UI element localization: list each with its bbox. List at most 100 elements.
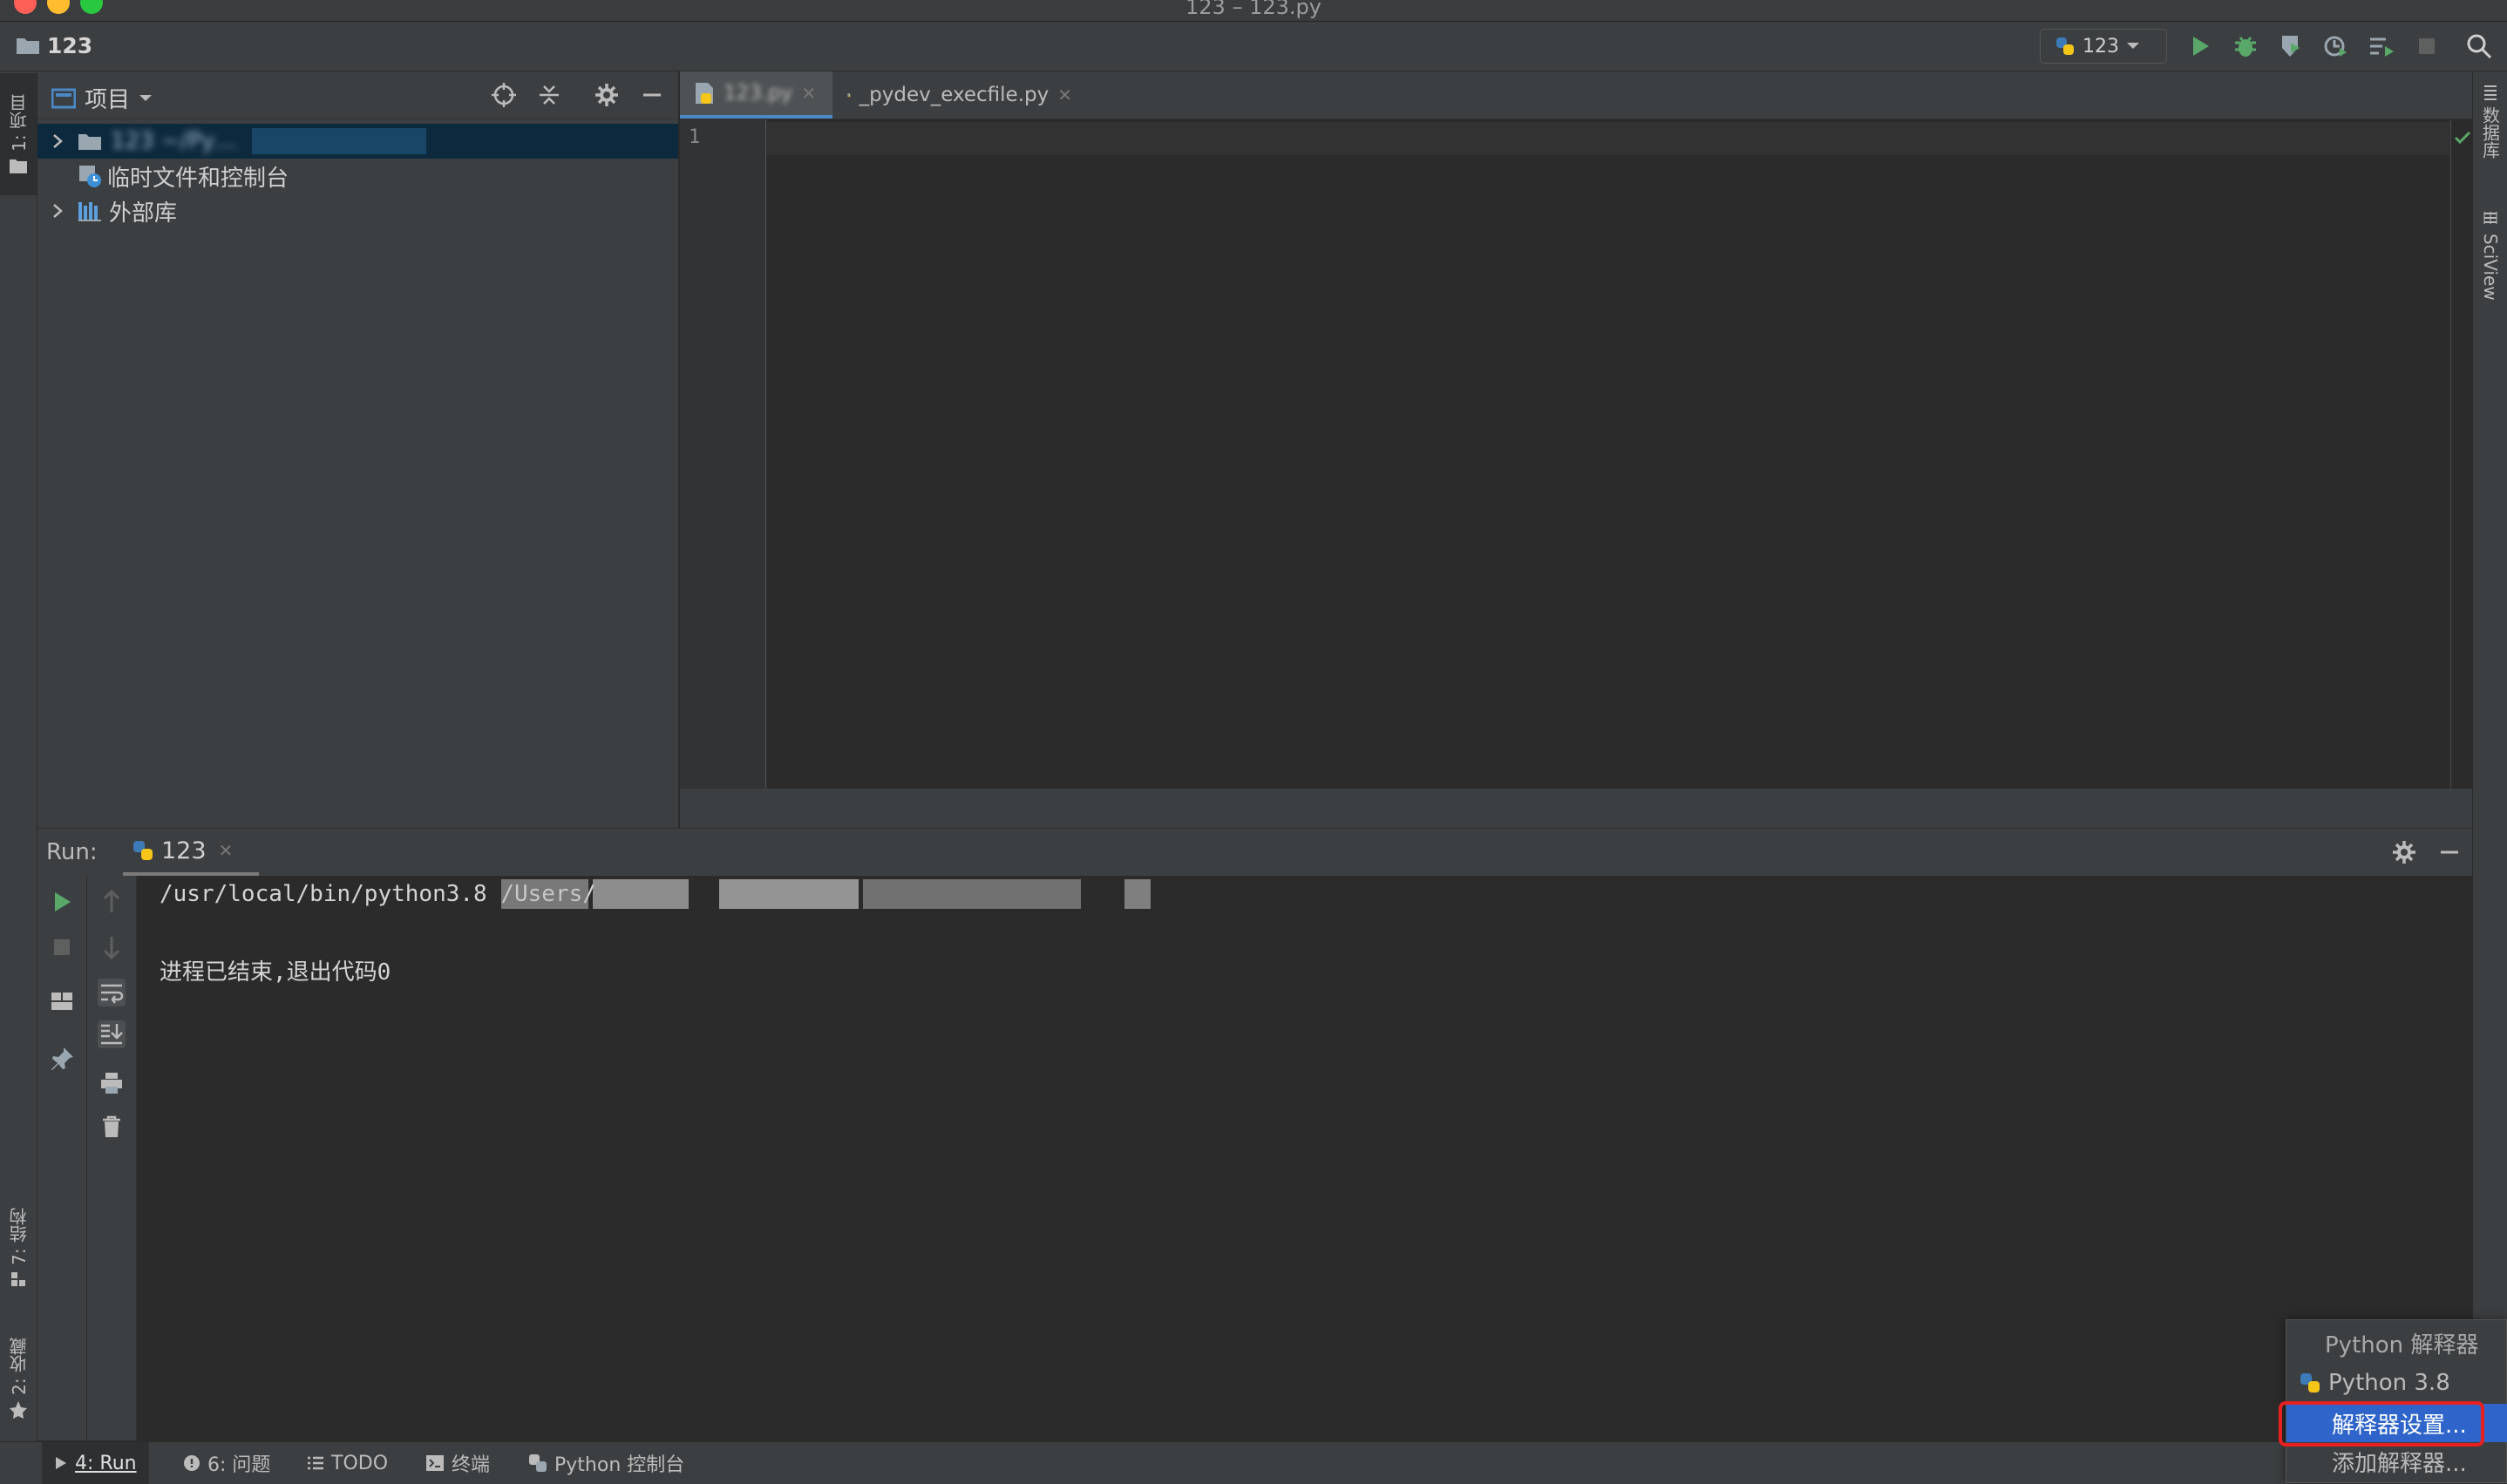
python-icon [133,841,153,860]
python-icon [2300,1373,2320,1393]
scratch-console-icon [79,166,101,187]
close-tab-icon[interactable]: ✕ [219,840,234,861]
redaction-blur [863,879,1081,909]
chevron-right-icon[interactable] [51,133,64,149]
project-tool-button[interactable]: 1: 项目 [0,73,37,195]
statusbar-tab-label: Python 控制台 [554,1454,685,1476]
layout-icon[interactable] [48,987,76,1015]
arrow-down-icon[interactable] [98,933,126,961]
project-panel: 项目 123 ~/Py… 临时文件和控制台 外部库 [37,71,678,828]
statusbar-tab-label: 4: Run [75,1452,137,1474]
statusbar-tab-terminal[interactable]: 终端 [413,1442,502,1484]
sciview-icon [2483,212,2497,224]
statusbar-tab-run[interactable]: 4: Run [42,1442,149,1484]
sciview-tool-label: SciView [2480,234,2501,301]
folder-icon [17,38,39,54]
profile-icon[interactable] [2322,32,2350,60]
search-icon[interactable] [2465,32,2493,60]
python-file-icon [696,83,713,104]
tree-item-scratches[interactable]: 临时文件和控制台 [37,159,678,193]
concurrency-icon[interactable] [2368,32,2395,60]
stop-icon[interactable] [48,933,76,961]
sciview-tool-button[interactable]: SciView [2473,211,2507,333]
tab-pydev-execfile[interactable]: _pydev_execfile.py ✕ [833,71,1086,119]
tree-item-label: 外部库 [109,200,178,227]
redaction-blur [501,879,588,909]
close-tab-icon[interactable]: ✕ [1057,85,1072,105]
minimize-panel-icon[interactable] [2436,839,2463,865]
arrow-up-icon[interactable] [98,888,126,916]
add-interpreter-menu-item[interactable]: 添加解释器... [2286,1442,2507,1481]
rerun-icon[interactable] [48,888,76,916]
statusbar-tab-label: 6: 问题 [207,1454,271,1476]
interpreter-option-label: Python 3.8 [2328,1370,2450,1396]
redaction-blur [251,128,426,154]
info-icon [184,1455,200,1471]
star-icon [10,1400,27,1419]
python-file-icon [847,93,851,97]
annotation-highlight-box [2279,1401,2484,1447]
chevron-down-icon [2127,43,2139,49]
status-bar: 4: Run 6: 问题 TODO 终端 Python 控制台 [0,1441,2507,1484]
current-line-highlight [766,122,2450,155]
minimize-panel-icon[interactable] [639,82,665,108]
project-view-select[interactable]: 项目 [51,82,153,114]
pin-icon[interactable] [48,1045,76,1073]
run-panel-label: Run: [46,839,98,865]
run-configuration-select[interactable]: 123 [2040,29,2167,64]
collapse-all-icon[interactable] [536,82,562,108]
run-with-coverage-icon[interactable] [2277,32,2305,60]
breadcrumb-project: 123 [47,32,93,58]
project-tool-label: 1: 项目 [8,94,30,152]
tree-item-label: 临时文件和控制台 [107,165,289,192]
line-number: 1 [689,126,701,148]
database-icon [2484,85,2497,100]
tab-label: _pydev_execfile.py [859,84,1050,106]
gear-icon[interactable] [2391,839,2417,865]
scroll-to-end-icon[interactable] [98,1020,126,1048]
console-line: 进程已结束,退出代码0 [160,959,391,986]
tab-123-py[interactable]: 123.py ✕ [680,71,832,119]
interpreter-option-python-38[interactable]: Python 3.8 [2286,1364,2507,1402]
breadcrumb[interactable]: 123 [16,32,92,58]
navigation-bar: 123 123 [0,22,2507,71]
editor-scrollbar[interactable] [2450,119,2473,789]
close-tab-icon[interactable]: ✕ [801,83,816,104]
right-tool-stripe: 数据库 SciView [2472,71,2507,1441]
play-icon [56,1457,66,1469]
gear-icon[interactable] [594,82,620,108]
checkmark-icon[interactable] [2453,128,2472,147]
run-configuration-label: 123 [2082,35,2119,58]
run-icon[interactable] [2186,32,2214,60]
chevron-right-icon[interactable] [51,203,64,219]
statusbar-tab-python-console[interactable]: Python 控制台 [516,1442,696,1484]
project-panel-title: 项目 [85,87,131,113]
editor-text-area[interactable] [766,119,2450,789]
statusbar-tab-problems[interactable]: 6: 问题 [171,1442,282,1484]
editor-bottom-filler [680,789,2472,828]
editor-tab-bar: 123.py ✕ _pydev_execfile.py ✕ [680,71,2472,119]
soft-wrap-icon[interactable] [98,979,126,1006]
locate-icon[interactable] [491,82,517,108]
statusbar-tab-todo[interactable]: TODO [295,1442,400,1484]
folder-icon [10,159,27,173]
python-icon [2056,37,2074,55]
run-toolbar-secondary [87,876,137,1440]
print-icon[interactable] [98,1069,126,1097]
project-view-icon [51,88,76,108]
console-output[interactable]: /usr/local/bin/python3.8 /Users/ 进程已结束,退… [137,876,2472,1440]
structure-tool-button[interactable]: 7: 结构 [0,1196,37,1300]
trash-icon[interactable] [98,1113,126,1141]
stop-icon[interactable] [2413,32,2441,60]
project-panel-header: 项目 [37,71,678,119]
tree-item-project-root[interactable]: 123 ~/Py… [37,124,678,159]
structure-icon [11,1271,25,1286]
chevron-down-icon [139,94,153,101]
database-tool-button[interactable]: 数据库 [2473,84,2507,171]
run-tab-123[interactable]: 123 ✕ [123,829,260,876]
run-tab-label: 123 [161,837,207,864]
tree-item-external-libraries[interactable]: 外部库 [37,193,678,228]
favorites-tool-button[interactable]: 2: 收藏 [0,1318,37,1440]
debug-icon[interactable] [2232,32,2259,60]
editor-gutter [680,119,766,789]
